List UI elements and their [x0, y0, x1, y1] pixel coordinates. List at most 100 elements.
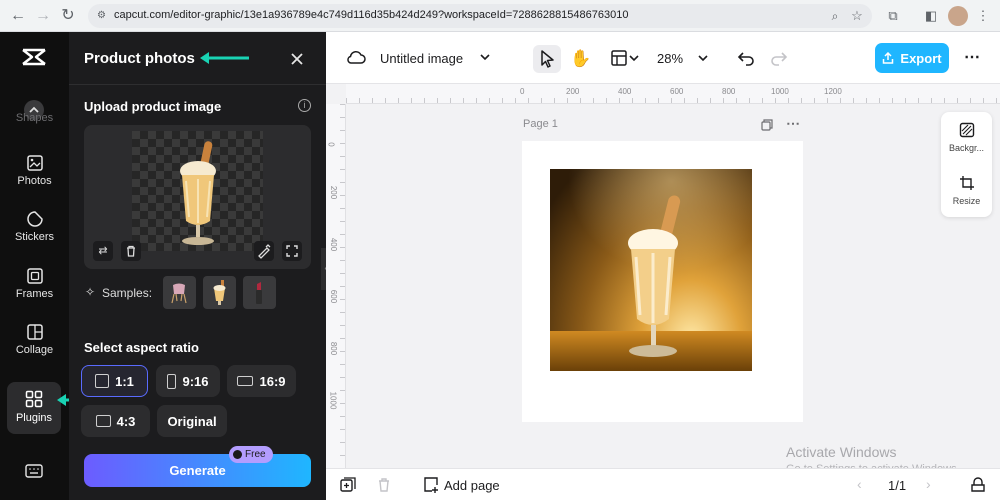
delete-page-icon[interactable]	[375, 476, 393, 494]
bookmark-star-icon[interactable]: ☆	[848, 7, 866, 25]
expand-icon[interactable]	[282, 241, 302, 261]
collage-icon	[26, 323, 44, 341]
ratio-16-9-icon	[237, 376, 254, 386]
more-options-icon[interactable]: ⋯	[962, 48, 982, 68]
layout-chevron-down-icon[interactable]	[628, 51, 640, 65]
page-more-icon[interactable]: ⋯	[785, 116, 801, 130]
generated-product-image[interactable]	[550, 169, 752, 371]
ratio-original-button[interactable]: Original	[157, 405, 227, 437]
export-button[interactable]: Export	[875, 43, 949, 73]
add-page-icon[interactable]	[422, 476, 440, 494]
document-title[interactable]: Untitled image	[380, 51, 463, 66]
profile-avatar[interactable]	[948, 6, 968, 26]
ratio-4-3-button[interactable]: 4:3	[81, 405, 150, 437]
generate-button[interactable]: Generate	[84, 454, 311, 487]
rail-item-collage[interactable]: Collage	[0, 319, 69, 375]
sample-chair[interactable]	[163, 276, 196, 309]
panel-title: Product photos	[84, 50, 195, 67]
duplicate-page-icon[interactable]	[760, 118, 774, 132]
ruler-left-label: 600	[329, 289, 339, 304]
replace-image-icon[interactable]: ⇄	[93, 241, 113, 261]
select-tool-button[interactable]	[533, 45, 561, 73]
zoom-chevron-down-icon[interactable]	[697, 51, 709, 65]
ruler-left-ticks	[340, 104, 345, 468]
ruler-left-label: 200	[329, 185, 339, 200]
layers-icon[interactable]	[969, 476, 987, 494]
ruler-top-label: 0	[520, 87, 525, 96]
zoom-icon[interactable]: ⌕	[826, 7, 844, 25]
annotation-arrow-title	[197, 50, 251, 66]
edit-cutout-icon[interactable]	[254, 241, 274, 261]
undo-icon[interactable]	[736, 48, 756, 68]
resize-tool[interactable]: Resize	[941, 175, 992, 215]
capcut-logo[interactable]	[20, 46, 48, 68]
upload-area[interactable]: ⇄	[84, 125, 311, 269]
add-page-label[interactable]: Add page	[444, 478, 500, 493]
samples-label: Samples:	[102, 286, 153, 300]
address-bar[interactable]: ⚙ capcut.com/editor-graphic/13e1a936789e…	[88, 4, 872, 28]
ruler-top-ticks	[346, 98, 1000, 103]
ratio-1-1-icon	[95, 374, 110, 388]
cloud-save-icon[interactable]	[346, 49, 366, 67]
next-page-icon[interactable]: ›	[926, 476, 938, 492]
delete-image-icon[interactable]	[121, 241, 141, 261]
sparkle-icon: ✧	[85, 285, 96, 299]
ruler-left-label: 0	[326, 142, 336, 147]
rail-item-stickers[interactable]: Stickers	[0, 206, 69, 262]
rail-item-frames[interactable]: Frames	[0, 263, 69, 319]
rail-item-plugins[interactable]: Plugins	[7, 382, 61, 434]
redo-icon[interactable]	[769, 48, 789, 68]
background-tool[interactable]: Backgr...	[941, 122, 992, 166]
ratio-9-16-button[interactable]: 9:16	[156, 365, 220, 397]
ruler-horizontal: 0 200 400 600 800 1000 1200	[346, 84, 1000, 104]
zoom-level[interactable]: 28%	[657, 51, 683, 66]
back-icon[interactable]: ←	[8, 6, 28, 26]
forward-icon[interactable]: →	[33, 6, 53, 26]
export-icon	[883, 52, 894, 64]
ruler-left-label: 800	[329, 341, 339, 356]
free-badge: Free	[229, 446, 273, 463]
reload-icon[interactable]: ↻	[58, 6, 78, 26]
hand-tool-icon[interactable]: ✋	[569, 45, 593, 73]
more-menu-icon[interactable]: ⋮	[974, 7, 992, 25]
sample-milkshake[interactable]	[203, 276, 236, 309]
ruler-top-label: 1000	[771, 87, 789, 96]
stickers-icon	[26, 210, 44, 228]
title-chevron-down-icon[interactable]	[479, 50, 491, 64]
frames-icon	[26, 267, 44, 285]
previous-page-icon[interactable]: ‹	[857, 476, 869, 492]
photos-icon	[26, 154, 44, 172]
plugins-label: Plugins	[15, 412, 53, 424]
plugins-icon	[25, 390, 43, 408]
info-icon[interactable]: i	[298, 99, 311, 112]
rail-item-photos[interactable]: Photos	[0, 150, 69, 206]
upload-label: Upload product image	[84, 99, 222, 114]
layout-icon[interactable]	[609, 48, 629, 68]
activate-windows-title: Activate Windows	[786, 444, 897, 460]
ratio-1-1-button[interactable]: 1:1	[81, 365, 148, 397]
product-photos-panel: Product photos Upload product image i ⇄	[69, 32, 326, 500]
ruler-top-label: 800	[722, 87, 736, 96]
clock-icon	[233, 450, 242, 459]
extensions-icon[interactable]: ⧉	[884, 7, 902, 25]
editor-area: Untitled image ✋ 28% Export ⋯ 0 200 400 …	[326, 32, 1000, 500]
ruler-left-label: 400	[329, 237, 339, 252]
rail-item-shapes[interactable]: Shapes	[0, 112, 69, 128]
page-counter: 1/1	[888, 478, 907, 493]
url-text[interactable]: capcut.com/editor-graphic/13e1a936789e4c…	[114, 9, 628, 21]
sample-lipstick[interactable]	[243, 276, 276, 309]
keyboard-icon[interactable]	[25, 464, 43, 478]
close-icon[interactable]	[288, 50, 306, 68]
ratio-9-16-icon	[167, 373, 177, 389]
ratio-16-9-button[interactable]: 16:9	[227, 365, 296, 397]
canvas-page[interactable]	[522, 141, 803, 422]
site-settings-icon[interactable]: ⚙	[97, 10, 109, 22]
add-element-icon[interactable]	[339, 476, 357, 494]
ruler-vertical: 0 200 400 600 800 1000	[326, 104, 346, 468]
side-tools-panel: Backgr... Resize	[941, 112, 992, 217]
background-icon	[959, 122, 974, 138]
product-image-preview	[132, 131, 263, 251]
side-panel-icon[interactable]: ◧	[922, 7, 940, 25]
page-label[interactable]: Page 1	[523, 118, 558, 130]
resize-icon	[959, 176, 974, 190]
